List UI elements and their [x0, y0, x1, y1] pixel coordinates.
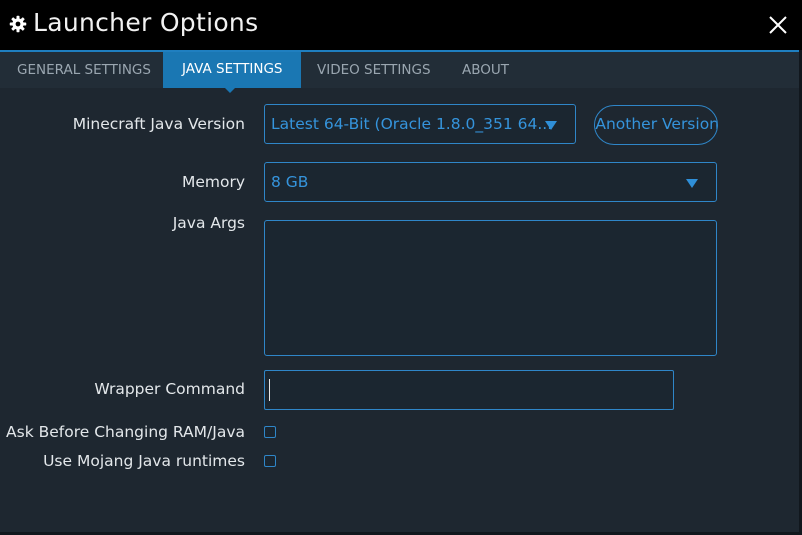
chevron-down-icon [686, 179, 698, 188]
wrapper-command-label: Wrapper Command [94, 380, 245, 398]
memory-label: Memory [181, 173, 245, 191]
text-cursor [269, 379, 270, 401]
java-version-value: Latest 64-Bit (Oracle 1.8.0_351 64... [271, 115, 553, 133]
tab-about[interactable]: ABOUT [462, 52, 509, 88]
mojang-runtimes-checkbox[interactable] [264, 455, 276, 467]
java-args-textarea[interactable] [264, 220, 717, 356]
ask-ram-java-label: Ask Before Changing RAM/Java [6, 423, 245, 441]
wrapper-command-input[interactable] [264, 370, 674, 410]
memory-select[interactable]: 8 GB [264, 162, 717, 202]
find-another-version-button[interactable]: Find Another Version [594, 105, 718, 145]
gear-icon [9, 15, 27, 33]
java-version-select[interactable]: Latest 64-Bit (Oracle 1.8.0_351 64... [264, 104, 576, 144]
chevron-down-icon [545, 121, 557, 130]
title-bar: Launcher Options [0, 0, 802, 50]
mojang-runtimes-label: Use Mojang Java runtimes [43, 452, 245, 470]
close-icon[interactable] [768, 15, 788, 35]
tab-video-settings[interactable]: VIDEO SETTINGS [317, 52, 431, 88]
java-version-label: Minecraft Java Version [72, 115, 245, 133]
java-settings-panel: Minecraft Java Version Latest 64-Bit (Or… [0, 88, 799, 535]
ask-ram-java-checkbox[interactable] [264, 426, 276, 438]
java-args-label: Java Args [172, 214, 245, 232]
tab-bar: GENERAL SETTINGS JAVA SETTINGS VIDEO SET… [0, 50, 802, 88]
tab-general-settings[interactable]: GENERAL SETTINGS [17, 52, 151, 88]
find-another-version-label: Find Another Version [595, 115, 718, 133]
tab-java-settings[interactable]: JAVA SETTINGS [163, 52, 302, 88]
memory-value: 8 GB [271, 173, 309, 191]
window-title: Launcher Options [33, 8, 259, 37]
